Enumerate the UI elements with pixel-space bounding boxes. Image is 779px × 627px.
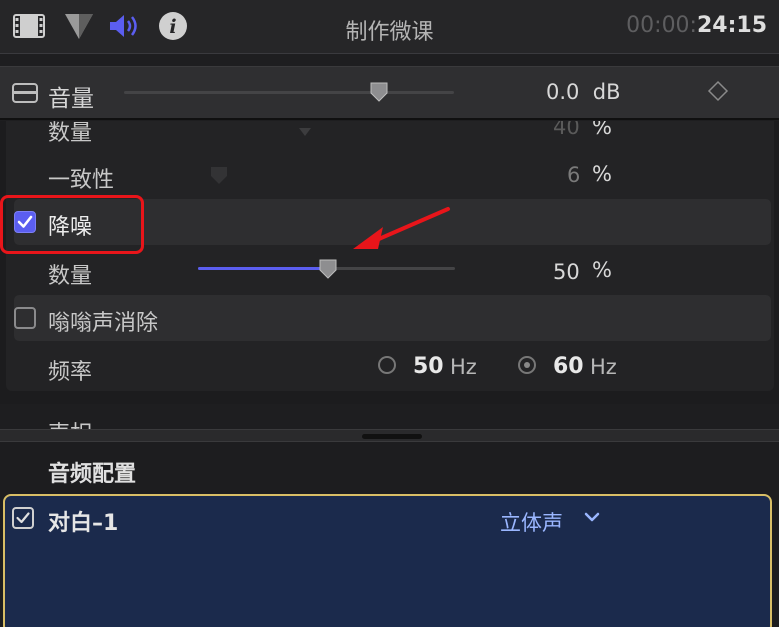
- freq-50-unit: Hz: [450, 355, 477, 379]
- amount-label-top: 数量: [48, 121, 93, 146]
- hum-removal-checkbox[interactable]: [14, 307, 36, 329]
- inspector-panel: 数量 40 % 一致性 6 % 降噪 数量 50 % 嗡嗡声消除 频率 50 H…: [0, 121, 779, 404]
- annotation-highlight-box: [0, 195, 144, 254]
- role-component-box[interactable]: [3, 494, 772, 627]
- freq-60-unit: Hz: [590, 355, 617, 379]
- volume-section-icon[interactable]: [12, 83, 38, 107]
- nr-amount-slider-thumb[interactable]: [318, 258, 338, 284]
- nr-amount-slider-fill: [198, 267, 327, 270]
- freq-60-number: 60: [553, 354, 584, 379]
- nr-amount-unit: %: [592, 258, 612, 282]
- keyframe-diamond-icon[interactable]: [707, 80, 729, 106]
- amount-value-top: 40: [553, 121, 580, 139]
- audio-configuration-title: 音频配置: [48, 462, 137, 487]
- checkmark-icon: [16, 512, 30, 524]
- volume-row: 音量 0.0 dB: [0, 66, 779, 120]
- volume-value: 0.0 dB: [546, 80, 621, 104]
- nr-amount-label: 数量: [48, 264, 93, 289]
- pan-section-label: 声相: [48, 416, 92, 429]
- frequency-label: 频率: [48, 360, 93, 385]
- amount-unit-top: %: [592, 121, 612, 139]
- consistency-value: 6: [567, 163, 581, 187]
- channel-config-dropdown[interactable]: 立体声: [500, 507, 563, 537]
- amount-slider-thumb-top[interactable]: [298, 123, 312, 142]
- volume-slider[interactable]: [124, 91, 454, 94]
- chevron-down-icon[interactable]: [583, 509, 601, 528]
- role-checkbox[interactable]: [12, 507, 34, 529]
- freq-50-number: 50: [413, 354, 444, 379]
- radio-selected-dot: [524, 362, 530, 368]
- toolbar: i 制作微课 00:00:24:15: [0, 0, 779, 54]
- nr-amount-value: 50: [553, 260, 580, 284]
- volume-label: 音量: [48, 86, 94, 112]
- role-label: 对白–1: [48, 511, 119, 536]
- divider-handle[interactable]: [362, 434, 422, 439]
- volume-slider-thumb[interactable]: [369, 81, 389, 107]
- consistency-unit: %: [592, 162, 612, 186]
- hum-removal-label: 嗡嗡声消除: [48, 311, 159, 336]
- radio-50hz[interactable]: [378, 356, 396, 374]
- consistency-slider-thumb[interactable]: [209, 165, 229, 189]
- radio-60hz[interactable]: [518, 356, 536, 374]
- annotation-arrow-icon: [350, 205, 452, 257]
- panel-divider[interactable]: [0, 429, 779, 442]
- consistency-label: 一致性: [48, 168, 115, 193]
- timecode: 00:00:24:15: [626, 13, 767, 38]
